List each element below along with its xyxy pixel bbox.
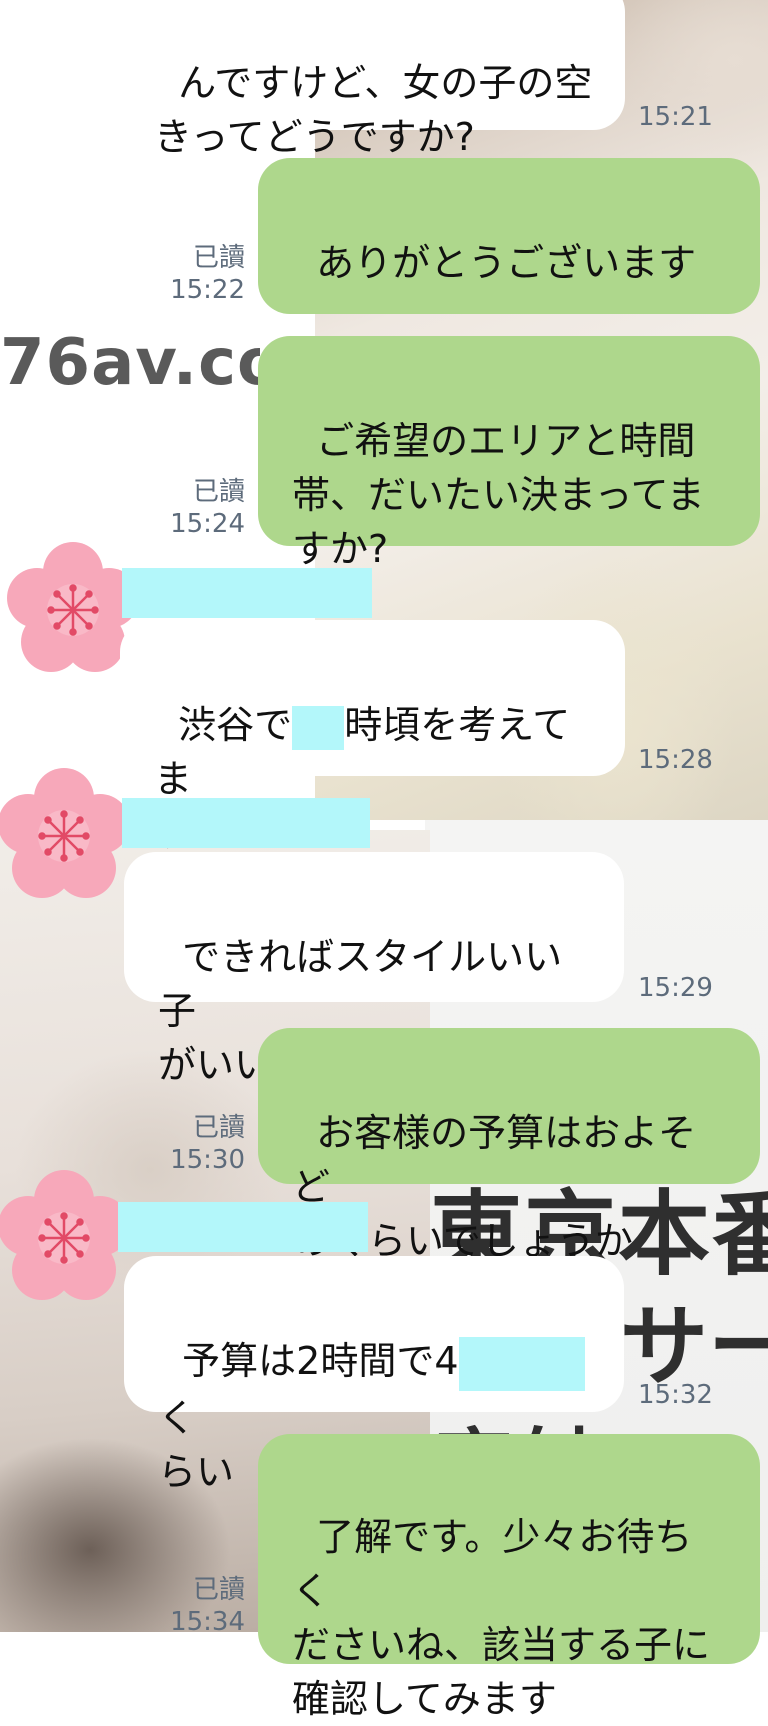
- message-timestamp: 15:34: [170, 1607, 245, 1637]
- sakura-flower-icon[interactable]: [0, 1168, 134, 1308]
- sent-message-bubble[interactable]: お客様の予算はおよそど のくらいでしょうか: [258, 1028, 760, 1263]
- message-timestamp: 15:29: [638, 973, 713, 1003]
- background-watermark: 76av.co: [0, 326, 260, 400]
- read-receipt: 已讀: [192, 477, 245, 507]
- message-meta: 已讀 15:22: [150, 242, 245, 306]
- message-text: 了解です。少々お待ちく ださいね、該当する子に 確認してみます: [292, 1515, 711, 1721]
- received-message-bubble[interactable]: んですけど、女の子の空 きってどうですか?: [120, 0, 625, 159]
- message-meta: 已讀 15:24: [150, 476, 245, 540]
- message-timestamp: 15:21: [638, 102, 713, 132]
- sakura-flower-icon[interactable]: [0, 766, 134, 906]
- message-meta: 已讀 15:30: [150, 1112, 245, 1176]
- message-text: 予算は2時間で: [182, 1339, 435, 1383]
- message-timestamp: 15:32: [638, 1380, 713, 1410]
- message-timestamp: 15:30: [170, 1145, 245, 1175]
- sent-message-bubble[interactable]: 了解です。少々お待ちく ださいね、該当する子に 確認してみます: [258, 1434, 760, 1721]
- sent-message-bubble[interactable]: ありがとうございます: [258, 158, 760, 391]
- message-text: 渋谷で: [178, 703, 293, 747]
- received-message-bubble[interactable]: 予算は2時間で4く らい: [124, 1256, 624, 1494]
- message-timestamp: 15:22: [170, 275, 245, 305]
- received-message-bubble[interactable]: 渋谷で時頃を考えてま す: [120, 620, 625, 855]
- received-message-bubble[interactable]: できればスタイルいい子 がいいな...: [124, 852, 624, 1087]
- read-receipt: 已讀: [192, 1113, 245, 1143]
- sent-message-bubble[interactable]: ご希望のエリアと時間 帯、だいたい決まってま すか?: [258, 336, 760, 571]
- redaction-box: [458, 1336, 585, 1391]
- redacted-sender-name: [122, 798, 370, 848]
- message-text: ありがとうございます: [316, 241, 697, 285]
- redacted-sender-name: [118, 1202, 368, 1252]
- read-receipt: 已讀: [192, 1575, 245, 1605]
- message-timestamp: 15:24: [170, 509, 245, 539]
- redacted-sender-name: [122, 568, 372, 618]
- redaction-box: [292, 705, 345, 750]
- message-text: 4: [434, 1339, 459, 1383]
- message-meta: 已讀 15:34: [150, 1574, 245, 1638]
- message-timestamp: 15:28: [638, 745, 713, 775]
- read-receipt: 已讀: [192, 243, 245, 273]
